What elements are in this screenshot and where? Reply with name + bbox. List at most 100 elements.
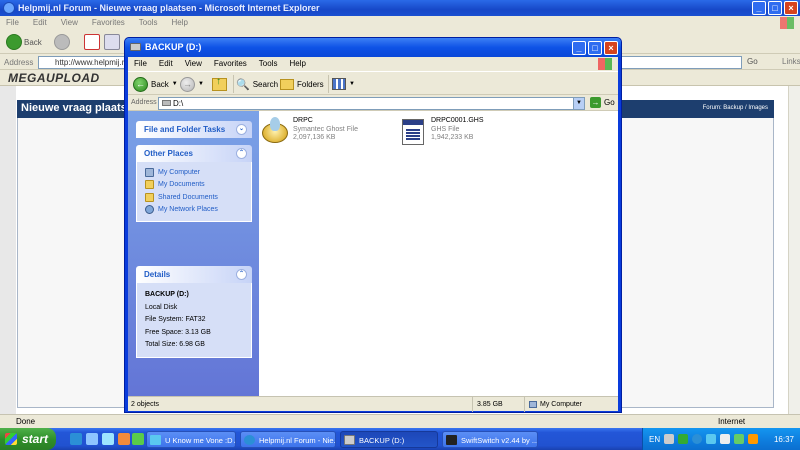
status-size: 3.85 GB: [472, 397, 522, 412]
menu-favorites[interactable]: Favorites: [214, 57, 247, 71]
my-computer-icon: [145, 167, 154, 177]
file-item-drpc[interactable]: DRPC Symantec Ghost File 2,097,136 KB: [262, 117, 358, 149]
status-location: My Computer: [524, 397, 618, 412]
ie-menu-file[interactable]: File: [6, 16, 19, 30]
quicklaunch-app-icon[interactable]: [132, 433, 144, 445]
forward-button[interactable]: → ▼: [180, 76, 204, 92]
place-my-documents[interactable]: My Documents: [145, 179, 245, 192]
tray-msn-icon[interactable]: [706, 434, 716, 444]
toolbar-separator: [328, 75, 329, 93]
up-folder-button[interactable]: ↑: [212, 76, 227, 92]
ie-back-label[interactable]: Back: [24, 38, 42, 47]
tray-app-icon[interactable]: [734, 434, 744, 444]
search-icon: 🔍: [236, 78, 250, 91]
go-button[interactable]: → Go: [590, 97, 615, 108]
chevron-down-icon[interactable]: ▼: [349, 81, 355, 87]
minimize-icon[interactable]: _: [572, 41, 586, 55]
folders-button[interactable]: Folders: [280, 76, 324, 92]
task-pane: File and Folder Tasks ⌄ Other Places ⌃ M…: [128, 111, 259, 396]
minimize-icon[interactable]: _: [752, 1, 766, 15]
ie-links-button[interactable]: Links: [782, 57, 800, 66]
details-panel: Details ⌃ BACKUP (D:) Local Disk File Sy…: [136, 266, 252, 358]
taskbar-button-swiftswitch[interactable]: SwiftSwitch v2.44 by ...: [442, 431, 538, 448]
place-my-network-places[interactable]: My Network Places: [145, 204, 245, 217]
taskbar-button-ie[interactable]: Helpmij.nl Forum - Nie...: [240, 431, 336, 448]
ie-menu-edit[interactable]: Edit: [33, 16, 47, 30]
search-button[interactable]: 🔍 Search: [236, 76, 278, 92]
ie-scrollbar[interactable]: [788, 86, 800, 414]
explorer-titlebar[interactable]: BACKUP (D:) _ □ ×: [125, 38, 621, 57]
menu-tools[interactable]: Tools: [259, 57, 278, 71]
close-icon[interactable]: ×: [604, 41, 618, 55]
taskbar-button-label: U Know me Vone :D A...: [165, 436, 235, 445]
ie-go-button[interactable]: Go: [747, 57, 758, 66]
tray-app-icon[interactable]: [678, 434, 688, 444]
explorer-address-bar: Address D:\ ▼ → Go: [128, 95, 618, 111]
ie-forward-icon[interactable]: [54, 34, 70, 50]
msn-icon: [150, 435, 161, 445]
ie-titlebar[interactable]: Helpmij.nl Forum - Nieuwe vraag plaatsen…: [0, 0, 800, 16]
tray-app-icon[interactable]: [664, 434, 674, 444]
tray-app-icon[interactable]: [748, 434, 758, 444]
status-location-value: My Computer: [540, 401, 583, 408]
taskbar-button-msn[interactable]: U Know me Vone :D A...: [146, 431, 236, 448]
quicklaunch-snowflake-icon[interactable]: [86, 433, 98, 445]
folders-icon: [280, 78, 294, 90]
menu-view[interactable]: View: [185, 57, 202, 71]
tray-volume-icon[interactable]: [720, 434, 730, 444]
ie-address-label: Address: [4, 58, 34, 67]
other-places-header[interactable]: Other Places ⌃: [136, 145, 252, 162]
file-folder-tasks-panel: File and Folder Tasks ⌄: [136, 121, 252, 138]
menu-edit[interactable]: Edit: [159, 57, 173, 71]
ie-status-bar: Done Internet: [0, 414, 800, 428]
forum-breadcrumb[interactable]: Forum: Backup / Images: [703, 105, 768, 111]
file-folder-tasks-header[interactable]: File and Folder Tasks ⌄: [136, 121, 252, 138]
menu-help[interactable]: Help: [289, 57, 305, 71]
address-input[interactable]: D:\ ▼: [158, 97, 585, 110]
ie-menu-tools[interactable]: Tools: [139, 16, 158, 30]
start-button[interactable]: start: [0, 428, 56, 450]
ie-stop-icon[interactable]: [84, 34, 100, 50]
ie-menubar: File Edit View Favorites Tools Help: [0, 16, 800, 30]
details-header[interactable]: Details ⌃: [136, 266, 252, 283]
clock[interactable]: 16:37: [774, 435, 794, 444]
tray-app-icon[interactable]: [692, 434, 702, 444]
ie-back-icon[interactable]: [6, 34, 22, 50]
place-shared-documents[interactable]: Shared Documents: [145, 191, 245, 204]
close-icon[interactable]: ×: [784, 1, 798, 15]
ghs-file-icon: [400, 117, 426, 149]
views-button[interactable]: ▼: [332, 76, 355, 92]
ie-refresh-icon[interactable]: [104, 34, 120, 50]
swiftswitch-icon: [446, 435, 457, 445]
ie-menu-view[interactable]: View: [61, 16, 78, 30]
back-label: Back: [151, 79, 169, 89]
maximize-icon[interactable]: □: [768, 1, 782, 15]
chevron-collapse-icon[interactable]: ⌃: [236, 148, 247, 159]
back-button[interactable]: ← Back ▼: [133, 76, 178, 92]
explorer-window-title: BACKUP (D:): [145, 42, 202, 52]
language-indicator[interactable]: EN: [649, 435, 660, 444]
place-label: My Network Places: [158, 206, 218, 214]
quicklaunch-snowflake-icon[interactable]: [102, 433, 114, 445]
forum-page-title: Nieuwe vraag plaatsen: [21, 102, 140, 114]
chevron-collapse-icon[interactable]: ⌃: [236, 269, 247, 280]
maximize-icon[interactable]: □: [588, 41, 602, 55]
quicklaunch-app-icon[interactable]: [118, 433, 130, 445]
file-item-drpc0001-ghs[interactable]: DRPC0001.GHS GHS File 1,942,233 KB: [400, 117, 484, 149]
chevron-down-icon[interactable]: ▼: [198, 81, 204, 87]
place-my-computer[interactable]: My Computer: [145, 166, 245, 179]
file-folder-tasks-title: File and Folder Tasks: [144, 125, 226, 134]
chevron-down-icon[interactable]: ▼: [172, 81, 178, 87]
ie-menu-help[interactable]: Help: [171, 16, 187, 30]
quicklaunch-ie-icon[interactable]: [70, 433, 82, 445]
chevron-down-icon[interactable]: ▼: [573, 98, 584, 109]
file-type: Symantec Ghost File: [293, 125, 358, 133]
status-size-value: 3.85 GB: [477, 401, 503, 408]
taskbar-button-explorer[interactable]: BACKUP (D:): [340, 431, 438, 448]
views-icon: [332, 78, 346, 90]
details-title: Details: [144, 270, 171, 279]
ie-menu-favorites[interactable]: Favorites: [92, 16, 125, 30]
chevron-expand-icon[interactable]: ⌄: [236, 124, 247, 135]
menu-file[interactable]: File: [134, 57, 147, 71]
taskbar-button-label: BACKUP (D:): [359, 436, 405, 445]
